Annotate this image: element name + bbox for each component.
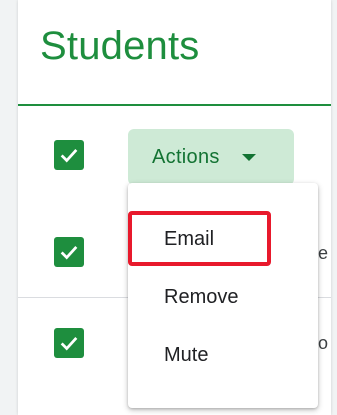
student-name-fragment: e <box>318 243 329 263</box>
select-all-checkbox[interactable] <box>54 140 84 170</box>
menu-item-email[interactable]: Email <box>128 217 318 261</box>
actions-menu: Email Remove Mute <box>128 183 318 408</box>
menu-item-label: Mute <box>164 343 209 366</box>
student-row-checkbox[interactable] <box>54 328 84 358</box>
title-divider <box>18 104 331 106</box>
page-title: Students <box>40 24 200 68</box>
checkmark-icon <box>60 337 78 351</box>
actions-button-label: Actions <box>152 145 220 168</box>
caret-down-icon <box>241 153 256 161</box>
menu-item-label: Email <box>164 227 215 250</box>
student-row-checkbox[interactable] <box>54 237 84 267</box>
checkmark-icon <box>60 149 78 163</box>
menu-item-label: Remove <box>164 285 239 308</box>
checkmark-icon <box>60 246 78 260</box>
menu-item-mute[interactable]: Mute <box>128 333 318 377</box>
menu-item-remove[interactable]: Remove <box>128 275 318 319</box>
student-name-fragment: o <box>318 333 329 353</box>
actions-dropdown-button[interactable]: Actions <box>128 129 294 185</box>
